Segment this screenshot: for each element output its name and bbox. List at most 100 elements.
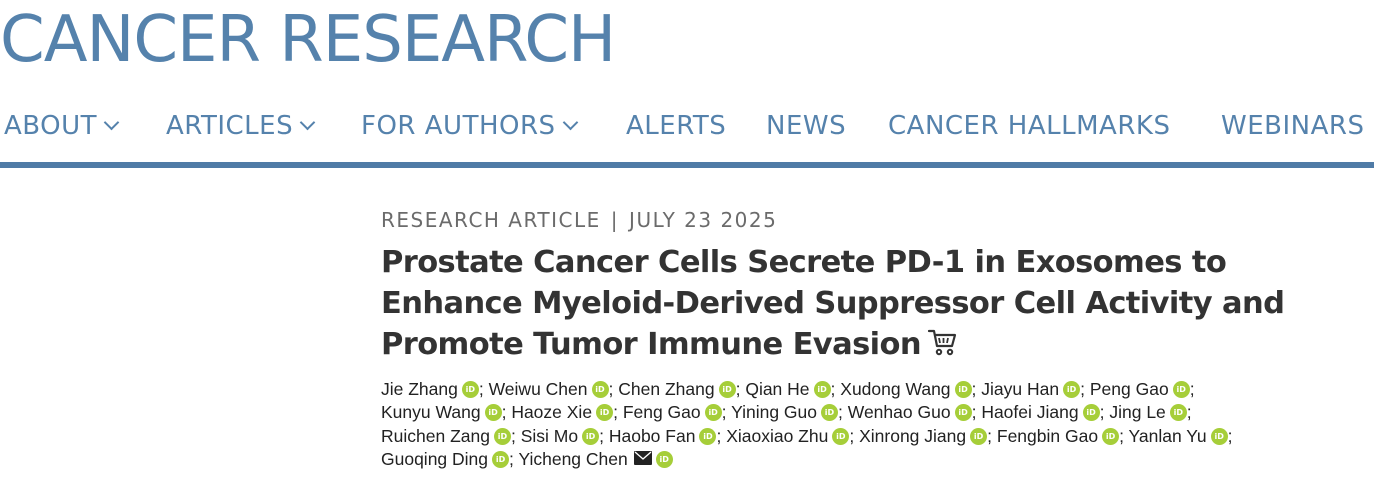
author-name[interactable]: Weiwu Chen	[489, 379, 588, 399]
orcid-icon[interactable]: iD	[493, 427, 511, 445]
author-item: Guoqing Ding iD;	[381, 449, 514, 469]
author-separator: ;	[849, 425, 855, 446]
author-name[interactable]: Sisi Mo	[521, 426, 578, 446]
author-separator: ;	[599, 425, 604, 446]
orcid-icon[interactable]: iD	[1169, 404, 1187, 422]
author-item: Haofei Jiang iD;	[981, 402, 1104, 422]
author-name[interactable]: Feng Gao	[623, 402, 701, 422]
author-name[interactable]: Yicheng Chen	[518, 449, 627, 469]
article-date: JULY 23 2025	[629, 208, 778, 232]
author-name[interactable]: Chen Zhang	[618, 379, 714, 399]
author-item: Wenhao Guo iD;	[848, 402, 977, 422]
orcid-icon[interactable]: iD	[1210, 427, 1228, 445]
author-separator: ;	[501, 402, 507, 423]
author-item: Peng Gao iD;	[1090, 379, 1195, 399]
nav-label-news: NEWS	[766, 111, 847, 141]
orcid-icon[interactable]: iD	[1082, 404, 1100, 422]
chevron-down-icon	[562, 114, 578, 131]
nav-label-webinars: WEBINARS	[1221, 111, 1365, 141]
cart-icon[interactable]	[927, 327, 957, 368]
orcid-icon[interactable]: iD	[655, 450, 673, 468]
orcid-icon[interactable]: iD	[1102, 427, 1120, 445]
orcid-icon[interactable]: iD	[832, 427, 850, 445]
author-name[interactable]: Yining Guo	[731, 402, 817, 422]
author-list: Jie Zhang iD; Weiwu Chen iD; Chen Zhang iD;…	[381, 378, 1341, 471]
author-item: Xinrong Jiang iD;	[859, 426, 992, 446]
orcid-icon[interactable]: iD	[813, 381, 831, 398]
nav-item-about[interactable]: ABOUT	[4, 108, 120, 144]
nav-label-cancer-hallmarks: CANCER HALLMARKS	[888, 111, 1171, 141]
author-item: Weiwu Chen iD;	[489, 379, 614, 399]
orcid-icon[interactable]: iD	[954, 381, 972, 398]
author-separator: ;	[830, 379, 836, 399]
author-name[interactable]: Ruichen Zang	[381, 426, 490, 446]
author-item: Jing Le iD;	[1109, 402, 1191, 422]
author-item: Yining Guo iD;	[731, 402, 843, 422]
author-separator: ;	[1099, 402, 1105, 423]
orcid-icon[interactable]: iD	[582, 427, 600, 445]
chevron-down-icon	[103, 114, 120, 131]
author-name[interactable]: Haobo Fan	[609, 426, 696, 446]
orcid-icon[interactable]: iD	[954, 404, 972, 422]
author-name[interactable]: Haofei Jiang	[981, 402, 1078, 422]
author-separator: ;	[971, 379, 977, 399]
orcid-icon[interactable]: iD	[492, 450, 510, 468]
author-name[interactable]: Haoze Xie	[511, 402, 592, 422]
author-name[interactable]: Guoqing Ding	[381, 449, 488, 469]
orcid-icon[interactable]: iD	[591, 381, 609, 398]
orcid-icon[interactable]: iD	[1172, 381, 1190, 398]
author-item: Kunyu Wang iD;	[381, 402, 506, 422]
author-item: Yanlan Yu iD;	[1128, 426, 1232, 446]
nav-item-articles[interactable]: ARTICLES	[166, 108, 316, 144]
nav-item-alerts[interactable]: ALERTS	[626, 108, 726, 144]
author-item: Feng Gao iD;	[623, 402, 727, 422]
author-separator: ;	[987, 425, 992, 446]
chevron-down-icon	[299, 114, 316, 131]
author-name[interactable]: Qian He	[745, 379, 809, 399]
nav-item-news[interactable]: NEWS	[766, 108, 846, 144]
article-type: RESEARCH ARTICLE	[381, 208, 601, 232]
author-separator: ;	[1119, 425, 1124, 446]
nav-label-articles: ARTICLES	[166, 111, 294, 141]
site-logo[interactable]: CANCER RESEARCH	[0, 2, 616, 78]
orcid-icon[interactable]: iD	[821, 404, 838, 422]
author-name[interactable]: Wenhao Guo	[848, 402, 951, 422]
author-name[interactable]: Kunyu Wang	[381, 402, 481, 422]
orcid-icon[interactable]: iD	[704, 404, 722, 422]
author-name[interactable]: Peng Gao	[1090, 379, 1169, 399]
author-separator: ;	[510, 425, 516, 446]
orcid-icon[interactable]: iD	[718, 381, 736, 398]
author-separator: ;	[971, 402, 977, 423]
orcid-icon[interactable]: iD	[461, 381, 479, 398]
author-name[interactable]: Xudong Wang	[840, 379, 950, 399]
nav-item-for-authors[interactable]: FOR AUTHORS	[361, 108, 578, 144]
author-name[interactable]: Jie Zhang	[381, 379, 458, 399]
mail-icon[interactable]	[633, 448, 652, 471]
author-separator: ;	[1186, 402, 1192, 423]
author-separator: ;	[1080, 379, 1085, 399]
author-name[interactable]: Fengbin Gao	[997, 426, 1098, 446]
orcid-icon[interactable]: iD	[596, 404, 614, 422]
author-name[interactable]: Jiayu Han	[981, 379, 1059, 399]
author-separator: ;	[721, 402, 727, 423]
author-separator: ;	[716, 425, 722, 446]
article-title-text: Prostate Cancer Cells Secrete PD-1 in Ex…	[381, 245, 1285, 362]
author-item: Sisi Mo iD;	[521, 426, 604, 446]
author-item: Qian He iD;	[745, 379, 835, 399]
author-item: Jie Zhang iD;	[381, 379, 484, 399]
nav-divider	[0, 162, 1374, 168]
orcid-icon[interactable]: iD	[1063, 381, 1081, 398]
author-item: Haobo Fan iD;	[609, 426, 721, 446]
orcid-icon[interactable]: iD	[484, 404, 502, 422]
nav-item-cancer-hallmarks[interactable]: CANCER HALLMARKS	[888, 108, 1170, 144]
nav-item-webinars[interactable]: WEBINARS	[1221, 108, 1364, 144]
author-name[interactable]: Yanlan Yu	[1128, 426, 1206, 446]
nav-label-alerts: ALERTS	[626, 111, 727, 141]
author-separator: ;	[613, 402, 618, 423]
orcid-icon[interactable]: iD	[699, 427, 717, 445]
author-name[interactable]: Jing Le	[1109, 402, 1165, 422]
author-name[interactable]: Xiaoxiao Zhu	[726, 426, 828, 446]
author-name[interactable]: Xinrong Jiang	[859, 426, 966, 446]
author-item: Xudong Wang iD;	[840, 379, 976, 399]
orcid-icon[interactable]: iD	[970, 427, 988, 445]
